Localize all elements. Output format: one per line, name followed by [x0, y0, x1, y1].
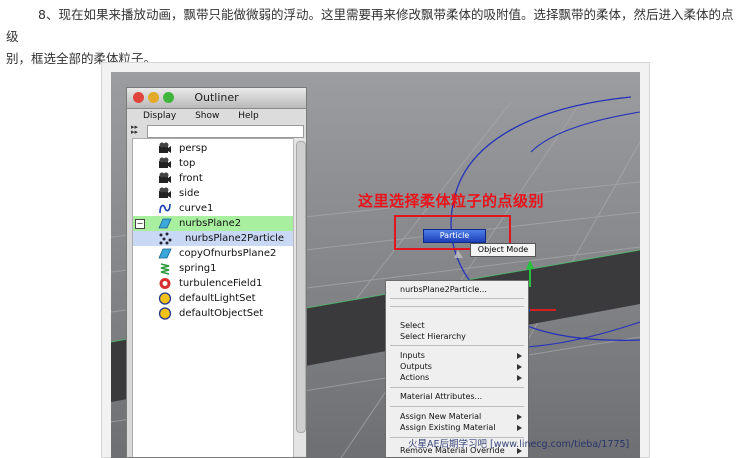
submenu-arrow-icon [517, 425, 522, 431]
context-menu-header[interactable]: nurbsPlane2Particle... [400, 285, 487, 294]
menu-item-inputs[interactable]: Inputs [400, 351, 425, 360]
menu-item-material-attributes[interactable]: Material Attributes... [400, 392, 482, 401]
outliner-title: Outliner [194, 91, 239, 104]
menu-separator [390, 298, 524, 299]
menu-item-select-hierarchy[interactable]: Select Hierarchy [400, 332, 466, 341]
outliner-titlebar[interactable]: Outliner [127, 88, 306, 109]
context-menu: nurbsPlane2Particle... Select Select Hie… [385, 280, 529, 458]
watermark: 火星AE后期学习吧 [www.linecg.com/tieba/1775] [408, 439, 630, 450]
list-item[interactable]: spring1 [133, 261, 293, 276]
submenu-arrow-icon [517, 364, 522, 370]
menu-separator [390, 345, 524, 346]
list-item[interactable]: side [133, 186, 293, 201]
article-intro: 8、现在如果来播放动画，飘带只能做微弱的浮动。这里需要再来修改飘带柔体的吸附值。… [6, 4, 744, 70]
list-item[interactable]: persp [133, 141, 293, 156]
field-icon [159, 278, 171, 289]
menu-item-assign-new-material[interactable]: Assign New Material [400, 412, 481, 421]
menu-item-outputs[interactable]: Outputs [400, 362, 432, 371]
scrollbar-thumb[interactable] [296, 141, 306, 433]
outliner-window: Outliner Display Show Help ▸▸ ▸▸ persp to… [126, 87, 307, 458]
list-item[interactable]: front [133, 171, 293, 186]
nurbs-plane-icon [158, 248, 172, 259]
list-item[interactable]: defaultObjectSet [133, 306, 293, 321]
list-item[interactable]: top [133, 156, 293, 171]
set-icon [158, 307, 172, 320]
camera-icon [159, 142, 171, 153]
intro-line-1: 8、现在如果来播放动画，飘带只能做微弱的浮动。这里需要再来修改飘带柔体的吸附值。… [6, 7, 734, 44]
list-item[interactable]: − nurbsPlane2 [133, 216, 293, 231]
list-item[interactable]: turbulenceField1 [133, 276, 293, 291]
outliner-filter-input[interactable] [147, 125, 304, 138]
set-icon [158, 292, 172, 305]
annotation-text: 这里选择柔体粒子的点级别 [358, 192, 545, 210]
menu-separator [390, 306, 524, 307]
menu-item-select[interactable]: Select [400, 321, 425, 330]
outliner-menubar: Display Show Help [127, 109, 306, 123]
list-item[interactable]: copyOfnurbsPlane2 [133, 246, 293, 261]
list-item[interactable]: nurbsPlane2Particle [133, 231, 293, 246]
submenu-arrow-icon [517, 353, 522, 359]
menu-item-assign-existing-material[interactable]: Assign Existing Material [400, 423, 495, 432]
nurbs-plane-icon [158, 218, 172, 229]
outliner-scrollbar[interactable] [293, 138, 306, 456]
filter-toggle-icon[interactable]: ▸▸ ▸▸ [131, 124, 144, 136]
object-mode-button[interactable]: Object Mode [470, 243, 536, 257]
list-item[interactable]: defaultLightSet [133, 291, 293, 306]
submenu-arrow-icon [517, 375, 522, 381]
menu-item-actions[interactable]: Actions [400, 373, 429, 382]
menu-show[interactable]: Show [195, 111, 219, 121]
collapse-toggle-icon[interactable]: − [135, 219, 145, 229]
submenu-arrow-icon [517, 414, 522, 420]
outliner-toolrow: ▸▸ ▸▸ [127, 123, 306, 139]
menu-display[interactable]: Display [143, 111, 176, 121]
camera-icon [159, 187, 171, 198]
camera-icon [159, 172, 171, 183]
particle-mode-button[interactable]: Particle [423, 229, 486, 243]
menu-separator [390, 387, 524, 388]
outliner-list: persp top front side curve1 − nurbsPlane… [132, 138, 294, 457]
list-item[interactable]: curve1 [133, 201, 293, 216]
menu-separator [390, 406, 524, 407]
particle-icon [159, 232, 172, 245]
menu-help[interactable]: Help [238, 111, 259, 121]
camera-icon [159, 157, 171, 168]
curve-icon [159, 203, 171, 214]
spring-icon [160, 263, 170, 275]
